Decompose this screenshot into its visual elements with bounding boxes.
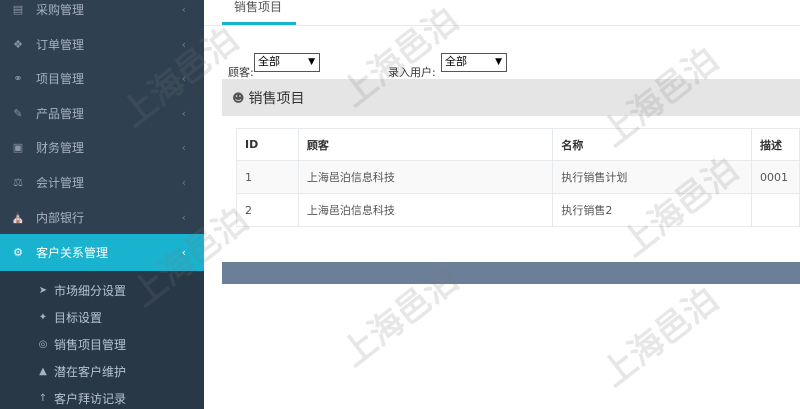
submenu-item-label: 客户拜访记录 [54, 391, 127, 406]
sidebar-item-label: 采购管理 [36, 2, 85, 17]
sidebar-item-label: 会计管理 [36, 175, 85, 190]
table-row[interactable]: 2 上海邑泊信息科技 执行销售2 [236, 193, 800, 227]
chevron-left-icon: ‹ [181, 37, 186, 51]
chevron-left-icon: ‹ [181, 175, 186, 189]
crm-submenu: ➤ 市场细分设置 ✦ 目标设置 ◎ 销售项目管理 ▲ 潜在客户维护 ↑ 客户拜访… [0, 271, 204, 409]
sidebar-item-orders[interactable]: ❖ 订单管理 ‹ [0, 27, 204, 61]
crosshair-icon: ✦ [38, 311, 48, 323]
cart-icon: ❖ [13, 37, 23, 51]
cell-description [751, 193, 800, 227]
cell-id: 1 [236, 160, 299, 194]
column-header-customer[interactable]: 顾客 [297, 128, 554, 161]
link-icon: ⚭ [13, 71, 23, 85]
list-icon: ▤ [12, 2, 24, 16]
scale-icon: ⚖ [13, 175, 23, 189]
submenu-item-visit-records[interactable]: ↑ 客户拜访记录 [0, 385, 204, 409]
submenu-item-targets[interactable]: ✦ 目标设置 [0, 304, 204, 330]
binoculars-icon: ▲ [39, 365, 47, 377]
dropdown-arrow-icon: ▼ [495, 57, 502, 67]
column-header-id[interactable]: ID [236, 128, 299, 161]
submenu-item-label: 目标设置 [54, 310, 103, 325]
chevron-left-icon: ‹ [181, 246, 186, 259]
dropdown-arrow-icon: ▼ [308, 57, 315, 67]
tab-bar: 销售项目 [204, 0, 800, 26]
customer-filter-select[interactable]: 全部 ▼ [254, 53, 320, 72]
submenu-item-prospects[interactable]: ▲ 潜在客户维护 [0, 358, 204, 384]
sidebar-item-label: 财务管理 [36, 140, 85, 155]
bank-icon: ⛪ [11, 210, 25, 224]
user-icon: ☻ [232, 90, 245, 105]
submenu-item-market-segment[interactable]: ➤ 市场细分设置 [0, 277, 204, 303]
circle-icon: ◎ [38, 338, 48, 350]
table-footer-bar [222, 262, 800, 284]
cogs-icon: ⚙ [13, 246, 23, 259]
submenu-item-label: 销售项目管理 [54, 337, 127, 352]
customer-filter-label: 顾客: [228, 66, 254, 79]
column-header-name[interactable]: 名称 [552, 128, 752, 161]
submenu-item-label: 潜在客户维护 [54, 364, 127, 379]
sidebar: ▤ 采购管理 ‹ ❖ 订单管理 ‹ ⚭ 项目管理 ‹ ✎ 产品管理 ‹ ▣ 财务… [0, 0, 204, 409]
submenu-item-sales-projects[interactable]: ◎ 销售项目管理 [0, 331, 204, 357]
sidebar-item-finance[interactable]: ▣ 财务管理 ‹ [0, 130, 204, 164]
send-icon: ➤ [38, 284, 48, 296]
column-header-description[interactable]: 描述 [751, 128, 800, 161]
filter-bar: 顾客: 全部 ▼ 录入用户: 全部 ▼ [204, 52, 800, 79]
chevron-left-icon: ‹ [181, 210, 186, 224]
chevron-left-icon: ‹ [181, 106, 186, 120]
app-window: ▤ 采购管理 ‹ ❖ 订单管理 ‹ ⚭ 项目管理 ‹ ✎ 产品管理 ‹ ▣ 财务… [0, 0, 800, 409]
sidebar-item-label: 内部银行 [36, 210, 85, 225]
tab-label: 销售项目 [234, 0, 283, 14]
chevron-left-icon: ‹ [181, 71, 186, 85]
user-filter-value: 全部 [445, 55, 467, 68]
chevron-left-icon: ‹ [181, 140, 186, 154]
active-tab-indicator [222, 22, 296, 25]
user-filter-select[interactable]: 全部 ▼ [441, 53, 507, 72]
sidebar-item-purchase[interactable]: ▤ 采购管理 ‹ [0, 0, 204, 26]
money-icon: ▣ [12, 140, 24, 154]
chevron-left-icon: ‹ [181, 2, 186, 16]
sidebar-item-label: 产品管理 [36, 106, 85, 121]
cell-name: 执行销售计划 [552, 160, 752, 194]
sidebar-item-accounting[interactable]: ⚖ 会计管理 ‹ [0, 165, 204, 199]
submenu-item-label: 市场细分设置 [54, 283, 127, 298]
main-content: 销售项目 顾客: 全部 ▼ 录入用户: 全部 ▼ ☻ 销售项目 ID 顾客 名称… [204, 0, 800, 409]
edit-icon: ✎ [13, 106, 23, 120]
sidebar-item-crm[interactable]: ⚙ 客户关系管理 ‹ [0, 234, 204, 271]
sidebar-item-label: 客户关系管理 [36, 246, 109, 260]
cell-description: 0001 [751, 160, 800, 194]
sidebar-item-projects[interactable]: ⚭ 项目管理 ‹ [0, 61, 204, 95]
table-row[interactable]: 1 上海邑泊信息科技 执行销售计划 0001 [236, 160, 800, 194]
cell-id: 2 [236, 193, 299, 227]
cell-customer: 上海邑泊信息科技 [297, 160, 554, 194]
sidebar-item-label: 订单管理 [36, 37, 85, 52]
sales-projects-table: ID 顾客 名称 描述 1 上海邑泊信息科技 执行销售计划 0001 2 上海邑… [236, 128, 800, 227]
sidebar-item-internal-bank[interactable]: ⛪ 内部银行 ‹ [0, 200, 204, 234]
panel-title: 销售项目 [248, 90, 305, 107]
pin-icon: ↑ [38, 392, 48, 404]
table-header-row: ID 顾客 名称 描述 [236, 128, 800, 161]
cell-customer: 上海邑泊信息科技 [297, 193, 554, 227]
user-filter-label: 录入用户: [388, 66, 436, 79]
cell-name: 执行销售2 [552, 193, 752, 227]
customer-filter-value: 全部 [258, 55, 280, 68]
sidebar-item-label: 项目管理 [36, 71, 85, 86]
panel-header: ☻ 销售项目 [222, 79, 800, 116]
sidebar-item-products[interactable]: ✎ 产品管理 ‹ [0, 96, 204, 130]
